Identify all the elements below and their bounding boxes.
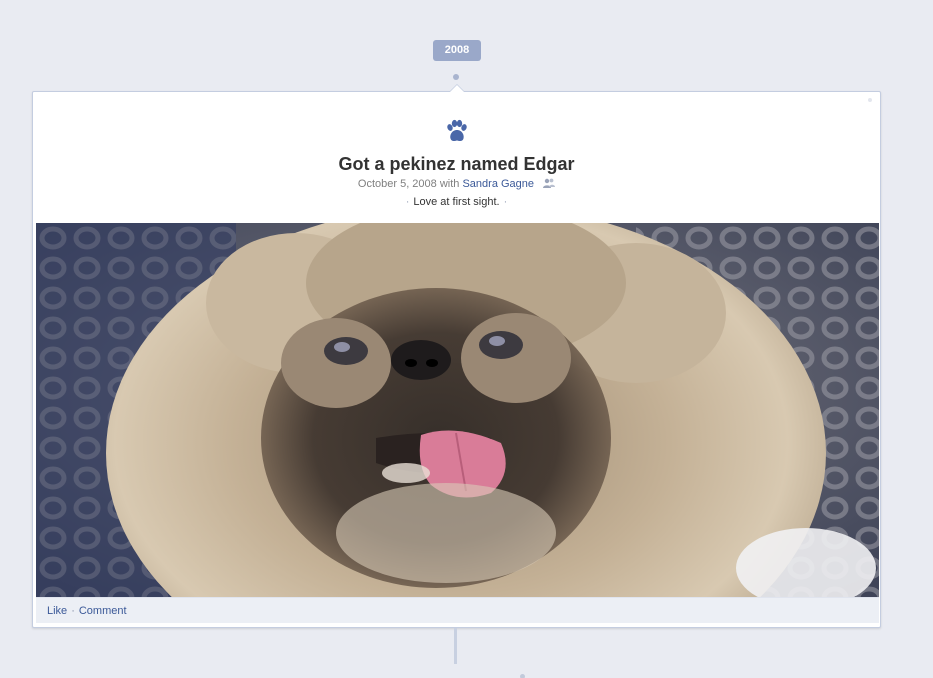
action-separator: · <box>71 605 75 617</box>
like-link[interactable]: Like <box>47 605 67 617</box>
event-date[interactable]: October 5, 2008 <box>358 178 437 190</box>
life-event-card: Got a pekinez named Edgar October 5, 200… <box>32 84 881 628</box>
caption-bullet-left: · <box>405 196 410 208</box>
friends-icon[interactable] <box>543 178 556 188</box>
timeline-spine-line <box>454 628 457 664</box>
with-word: with <box>439 178 460 190</box>
card-options-icon[interactable] <box>868 98 872 102</box>
caption-text: Love at first sight. <box>413 196 500 208</box>
year-badge[interactable]: 2008 <box>433 40 481 61</box>
story-action-bar: Like · Comment <box>36 597 879 623</box>
pekingese-dog-photo[interactable] <box>36 223 879 597</box>
event-meta: October 5, 2008 with Sandra Gagne <box>33 178 880 190</box>
timeline-spine-dot-bottom <box>520 674 525 678</box>
card-pointer-arrow <box>449 84 465 92</box>
event-title: Got a pekinez named Edgar <box>338 154 575 174</box>
timeline-spine-dot <box>453 74 459 80</box>
action-links: Like · Comment <box>36 598 879 625</box>
timeline-stage: 2008 Got a pekinez named Edgar October 5… <box>0 0 933 678</box>
event-caption: · Love at first sight. · <box>33 196 880 208</box>
paw-icon <box>447 119 467 142</box>
tagged-friend-link[interactable]: Sandra Gagne <box>462 178 534 190</box>
comment-link[interactable]: Comment <box>79 605 127 617</box>
photo-illustration <box>36 223 879 597</box>
caption-bullet-right: · <box>503 196 508 208</box>
